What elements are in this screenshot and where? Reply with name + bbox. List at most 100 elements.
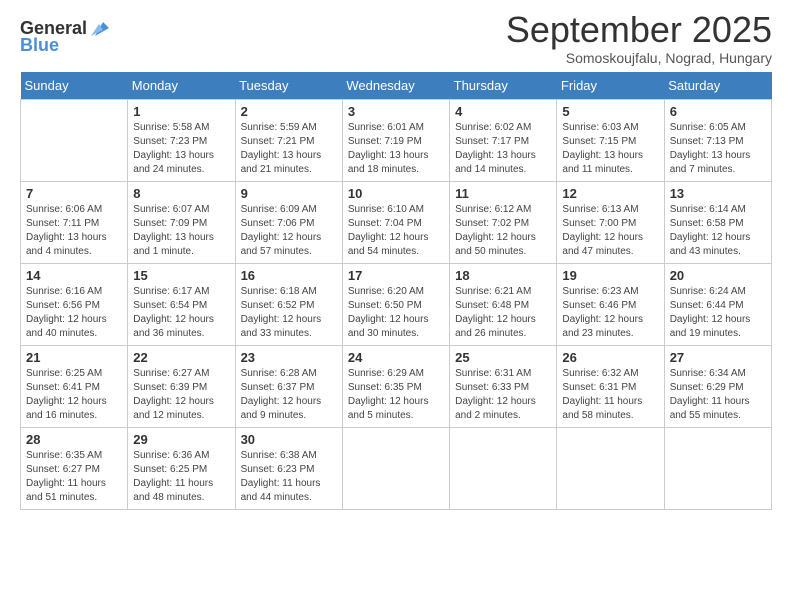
day-number: 19 (562, 268, 658, 283)
day-cell (342, 427, 449, 509)
day-number: 13 (670, 186, 766, 201)
day-cell: 20 Sunrise: 6:24 AM Sunset: 6:44 PM Dayli… (664, 263, 771, 345)
day-number: 14 (26, 268, 122, 283)
col-monday: Monday (128, 72, 235, 100)
calendar-table: Sunday Monday Tuesday Wednesday Thursday… (20, 72, 772, 510)
day-cell: 8 Sunrise: 6:07 AM Sunset: 7:09 PM Daylig… (128, 181, 235, 263)
day-info: Sunrise: 6:10 AM Sunset: 7:04 PM Dayligh… (348, 203, 444, 259)
month-title: September 2025 (506, 10, 772, 50)
col-friday: Friday (557, 72, 664, 100)
day-number: 7 (26, 186, 122, 201)
day-cell: 22Sunrise: 6:27 AM Sunset: 6:39 PM Dayli… (128, 345, 235, 427)
logo-blue: Blue (20, 36, 111, 56)
day-cell: 26 Sunrise: 6:32 AM Sunset: 6:31 PM Dayli… (557, 345, 664, 427)
day-cell: 30 Sunrise: 6:38 AM Sunset: 6:23 PM Dayli… (235, 427, 342, 509)
day-number: 15 (133, 268, 229, 283)
week-row-2: 7 Sunrise: 6:06 AM Sunset: 7:11 PM Daylig… (21, 181, 772, 263)
day-info: Sunrise: 6:03 AM Sunset: 7:15 PM Dayligh… (562, 121, 658, 177)
day-info: Sunrise: 6:31 AM Sunset: 6:33 PM Dayligh… (455, 367, 551, 423)
week-row-3: 14Sunrise: 6:16 AM Sunset: 6:56 PM Dayli… (21, 263, 772, 345)
day-cell: 7 Sunrise: 6:06 AM Sunset: 7:11 PM Daylig… (21, 181, 128, 263)
header-row: Sunday Monday Tuesday Wednesday Thursday… (21, 72, 772, 100)
day-cell: 1 Sunrise: 5:58 AM Sunset: 7:23 PM Daylig… (128, 99, 235, 181)
day-number: 21 (26, 350, 122, 365)
day-info: Sunrise: 6:38 AM Sunset: 6:23 PM Dayligh… (241, 449, 337, 505)
day-number: 17 (348, 268, 444, 283)
day-cell: 6 Sunrise: 6:05 AM Sunset: 7:13 PM Daylig… (664, 99, 771, 181)
day-cell: 3Sunrise: 6:01 AM Sunset: 7:19 PM Daylig… (342, 99, 449, 181)
day-info: Sunrise: 6:01 AM Sunset: 7:19 PM Dayligh… (348, 121, 444, 177)
col-tuesday: Tuesday (235, 72, 342, 100)
week-row-5: 28 Sunrise: 6:35 AM Sunset: 6:27 PM Dayli… (21, 427, 772, 509)
day-number: 26 (562, 350, 658, 365)
day-cell: 19 Sunrise: 6:23 AM Sunset: 6:46 PM Dayli… (557, 263, 664, 345)
day-cell: 25Sunrise: 6:31 AM Sunset: 6:33 PM Dayli… (450, 345, 557, 427)
day-info: Sunrise: 6:32 AM Sunset: 6:31 PM Dayligh… (562, 367, 658, 423)
day-cell: 23Sunrise: 6:28 AM Sunset: 6:37 PM Dayli… (235, 345, 342, 427)
day-info: Sunrise: 6:13 AM Sunset: 7:00 PM Dayligh… (562, 203, 658, 259)
day-number: 8 (133, 186, 229, 201)
day-info: Sunrise: 6:25 AM Sunset: 6:41 PM Dayligh… (26, 367, 122, 423)
day-cell (21, 99, 128, 181)
day-cell (664, 427, 771, 509)
day-cell: 10 Sunrise: 6:10 AM Sunset: 7:04 PM Dayli… (342, 181, 449, 263)
day-cell: 9 Sunrise: 6:09 AM Sunset: 7:06 PM Daylig… (235, 181, 342, 263)
day-info: Sunrise: 6:14 AM Sunset: 6:58 PM Dayligh… (670, 203, 766, 259)
day-cell: 5 Sunrise: 6:03 AM Sunset: 7:15 PM Daylig… (557, 99, 664, 181)
logo: General Blue (20, 18, 111, 56)
day-cell: 28 Sunrise: 6:35 AM Sunset: 6:27 PM Dayli… (21, 427, 128, 509)
page-header: General Blue September 2025 Somoskoujfal… (20, 10, 772, 66)
day-info: Sunrise: 5:58 AM Sunset: 7:23 PM Dayligh… (133, 121, 229, 177)
location-subtitle: Somoskoujfalu, Nograd, Hungary (506, 50, 772, 66)
day-cell: 21 Sunrise: 6:25 AM Sunset: 6:41 PM Dayli… (21, 345, 128, 427)
day-cell: 4Sunrise: 6:02 AM Sunset: 7:17 PM Daylig… (450, 99, 557, 181)
day-info: Sunrise: 6:07 AM Sunset: 7:09 PM Dayligh… (133, 203, 229, 259)
col-thursday: Thursday (450, 72, 557, 100)
col-wednesday: Wednesday (342, 72, 449, 100)
day-cell: 12Sunrise: 6:13 AM Sunset: 7:00 PM Dayli… (557, 181, 664, 263)
day-info: Sunrise: 6:18 AM Sunset: 6:52 PM Dayligh… (241, 285, 337, 341)
day-number: 5 (562, 104, 658, 119)
day-number: 9 (241, 186, 337, 201)
day-cell: 27Sunrise: 6:34 AM Sunset: 6:29 PM Dayli… (664, 345, 771, 427)
day-cell (557, 427, 664, 509)
day-number: 20 (670, 268, 766, 283)
day-info: Sunrise: 6:09 AM Sunset: 7:06 PM Dayligh… (241, 203, 337, 259)
week-row-4: 21 Sunrise: 6:25 AM Sunset: 6:41 PM Dayli… (21, 345, 772, 427)
day-info: Sunrise: 6:24 AM Sunset: 6:44 PM Dayligh… (670, 285, 766, 341)
day-number: 18 (455, 268, 551, 283)
day-info: Sunrise: 6:36 AM Sunset: 6:25 PM Dayligh… (133, 449, 229, 505)
day-number: 6 (670, 104, 766, 119)
day-info: Sunrise: 6:27 AM Sunset: 6:39 PM Dayligh… (133, 367, 229, 423)
col-saturday: Saturday (664, 72, 771, 100)
logo-text: General Blue (20, 18, 111, 56)
day-info: Sunrise: 6:06 AM Sunset: 7:11 PM Dayligh… (26, 203, 122, 259)
day-cell (450, 427, 557, 509)
day-number: 29 (133, 432, 229, 447)
day-number: 2 (241, 104, 337, 119)
day-number: 4 (455, 104, 551, 119)
day-cell: 13 Sunrise: 6:14 AM Sunset: 6:58 PM Dayli… (664, 181, 771, 263)
day-number: 16 (241, 268, 337, 283)
day-info: Sunrise: 6:12 AM Sunset: 7:02 PM Dayligh… (455, 203, 551, 259)
day-cell: 15 Sunrise: 6:17 AM Sunset: 6:54 PM Dayli… (128, 263, 235, 345)
day-cell: 14Sunrise: 6:16 AM Sunset: 6:56 PM Dayli… (21, 263, 128, 345)
day-info: Sunrise: 6:35 AM Sunset: 6:27 PM Dayligh… (26, 449, 122, 505)
week-row-1: 1 Sunrise: 5:58 AM Sunset: 7:23 PM Daylig… (21, 99, 772, 181)
day-info: Sunrise: 6:23 AM Sunset: 6:46 PM Dayligh… (562, 285, 658, 341)
day-cell: 11Sunrise: 6:12 AM Sunset: 7:02 PM Dayli… (450, 181, 557, 263)
title-block: September 2025 Somoskoujfalu, Nograd, Hu… (506, 10, 772, 66)
day-number: 23 (241, 350, 337, 365)
day-info: Sunrise: 6:21 AM Sunset: 6:48 PM Dayligh… (455, 285, 551, 341)
day-number: 30 (241, 432, 337, 447)
day-info: Sunrise: 6:17 AM Sunset: 6:54 PM Dayligh… (133, 285, 229, 341)
col-sunday: Sunday (21, 72, 128, 100)
day-number: 1 (133, 104, 229, 119)
day-info: Sunrise: 6:34 AM Sunset: 6:29 PM Dayligh… (670, 367, 766, 423)
day-info: Sunrise: 6:29 AM Sunset: 6:35 PM Dayligh… (348, 367, 444, 423)
day-number: 28 (26, 432, 122, 447)
day-number: 10 (348, 186, 444, 201)
day-cell: 2Sunrise: 5:59 AM Sunset: 7:21 PM Daylig… (235, 99, 342, 181)
day-info: Sunrise: 6:05 AM Sunset: 7:13 PM Dayligh… (670, 121, 766, 177)
day-cell: 29 Sunrise: 6:36 AM Sunset: 6:25 PM Dayli… (128, 427, 235, 509)
